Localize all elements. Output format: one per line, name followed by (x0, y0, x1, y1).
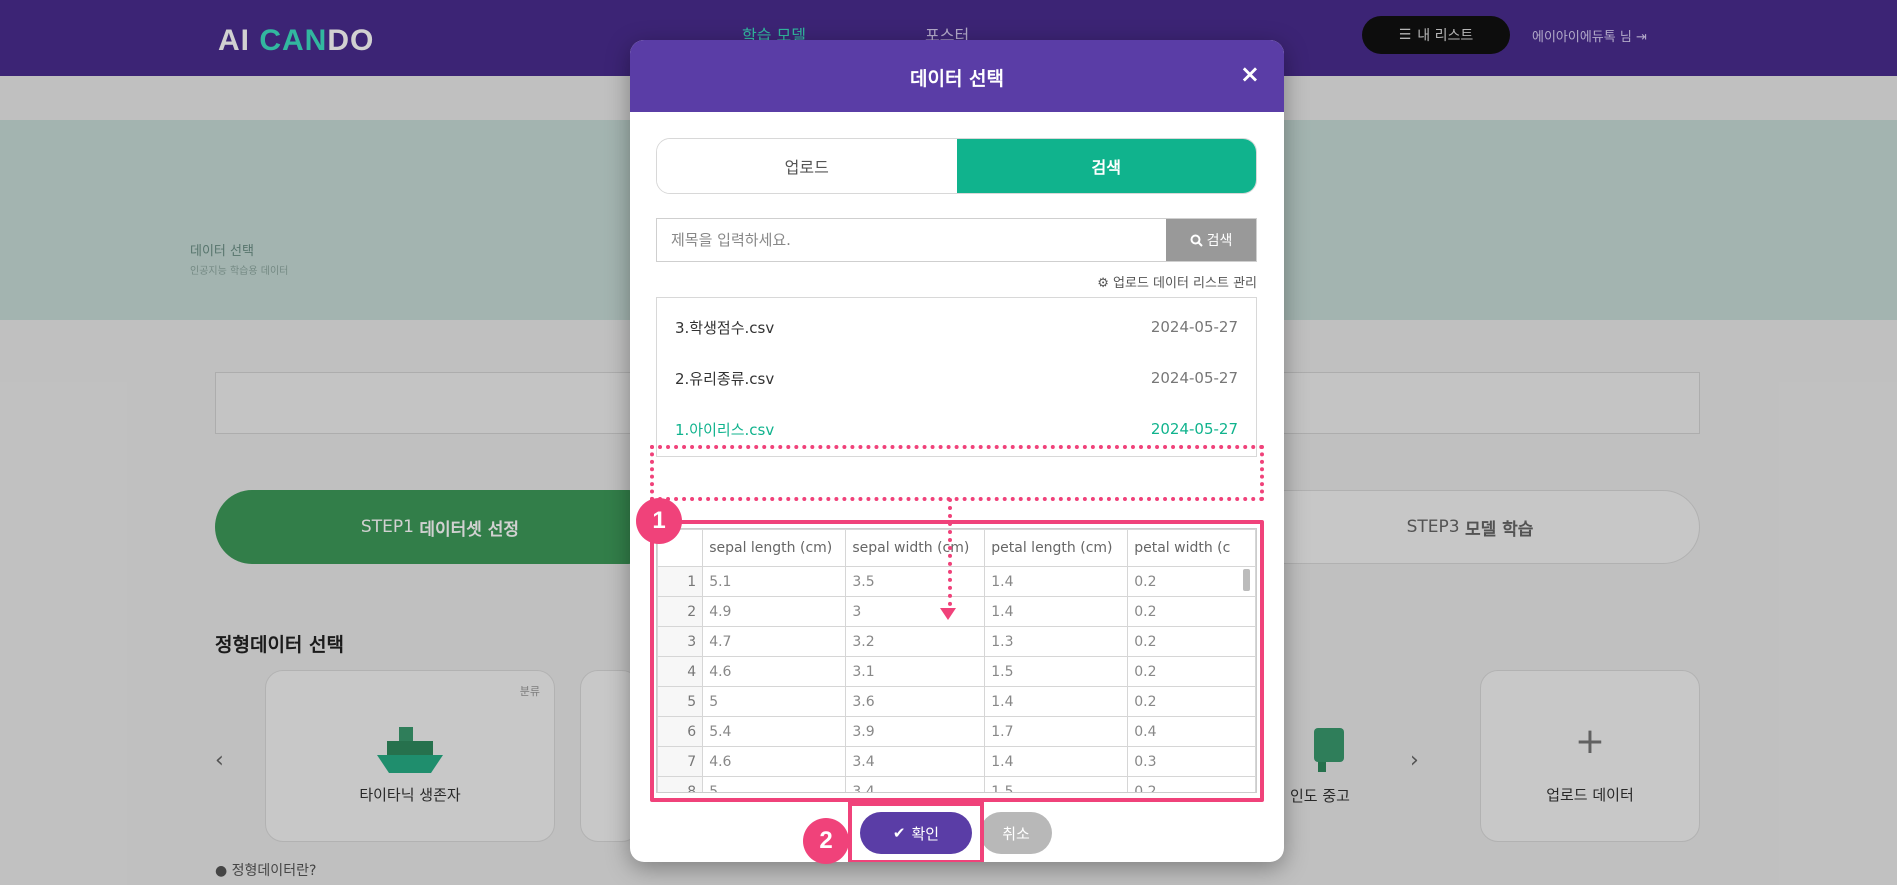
search-input[interactable] (657, 219, 1166, 261)
search-button[interactable]: 검색 (1166, 219, 1256, 261)
cancel-button[interactable]: 취소 (980, 812, 1052, 854)
search-bar: 검색 (656, 218, 1257, 262)
file-date: 2024-05-27 (1150, 318, 1238, 336)
close-icon[interactable]: × (1240, 60, 1260, 88)
tab-upload[interactable]: 업로드 (657, 139, 957, 193)
file-date: 2024-05-27 (1150, 420, 1238, 438)
table-highlight-box (650, 520, 1264, 802)
file-name: 2.유리종류.csv (675, 369, 775, 388)
gear-icon: ⚙ (1097, 276, 1109, 291)
list-item[interactable]: 3.학생점수.csv 2024-05-27 (657, 303, 1256, 351)
manage-upload-list-link[interactable]: ⚙ 업로드 데이터 리스트 관리 (1097, 272, 1257, 291)
dotted-connector (948, 498, 952, 614)
file-name: 3.학생점수.csv (675, 318, 775, 337)
file-name: 1.아이리스.csv (675, 420, 775, 439)
selection-highlight-box (650, 445, 1264, 501)
modal-header: 데이터 선택 × (630, 40, 1284, 112)
tab-search[interactable]: 검색 (956, 139, 1256, 193)
modal-tabs: 업로드 검색 (656, 138, 1257, 194)
confirm-highlight-box (848, 802, 984, 862)
step-badge-1: 1 (636, 498, 682, 544)
arrow-down-icon (940, 608, 956, 620)
step-badge-2: 2 (803, 818, 849, 864)
list-item[interactable]: 2.유리종류.csv 2024-05-27 (657, 354, 1256, 402)
file-date: 2024-05-27 (1150, 369, 1238, 387)
search-icon (1190, 234, 1203, 247)
data-select-modal: 데이터 선택 × 업로드 검색 검색 ⚙ 업로드 데이터 리스트 관리 3.학생… (630, 40, 1284, 862)
modal-title: 데이터 선택 (909, 68, 1004, 90)
file-list: 3.학생점수.csv 2024-05-27 2.유리종류.csv 2024-05… (656, 297, 1257, 457)
